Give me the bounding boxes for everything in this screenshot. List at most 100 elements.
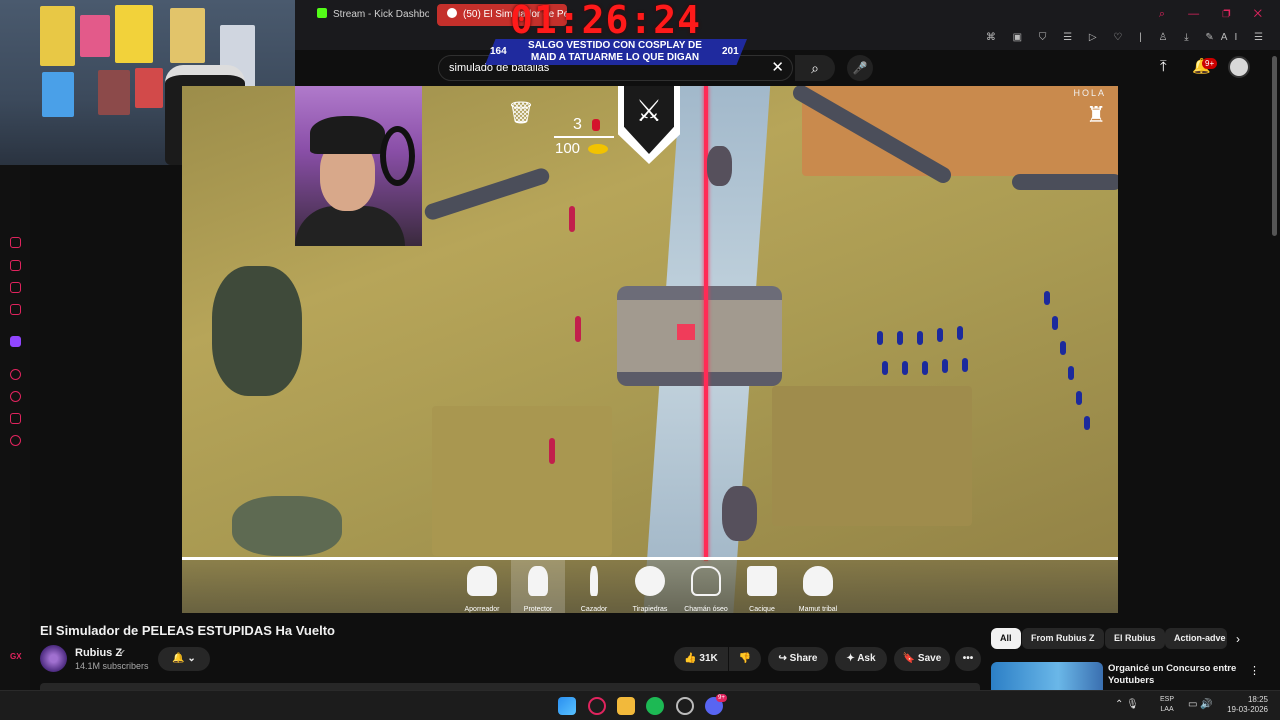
mammoth-icon: [803, 566, 833, 596]
sidebar-icon[interactable]: [10, 237, 21, 248]
unit-selection-bar: Aporreador Protector Cazador Tirapiedras…: [182, 560, 1118, 613]
poster: [170, 8, 205, 63]
tray-status-icons[interactable]: ▭ 🔊: [1188, 699, 1213, 710]
headphones: [380, 126, 415, 186]
unit-count: 3: [573, 116, 582, 133]
youtube-header: ✕ ⌕ 🎤 ⤒ 🔔 9+: [295, 50, 1280, 86]
red-unit: [549, 438, 555, 464]
more-vert-icon[interactable]: ⋮: [1249, 664, 1260, 677]
recommendation-title[interactable]: Organicé un Concurso entre Youtubers: [1108, 663, 1243, 687]
window-controls[interactable]: ⌕ — ❐ ✕: [1159, 8, 1272, 21]
unit-card-cacique[interactable]: Cacique: [735, 560, 789, 613]
sidebar-icon[interactable]: [10, 413, 21, 424]
unit-label: Protector: [523, 606, 553, 613]
browser-toolbar: ⌘ ▣ ⛉ ☰ ▷ ♡ | ♙ ⤓ ✎AI ☰: [295, 30, 1280, 50]
settings-icon[interactable]: [10, 435, 21, 446]
blue-unit: [917, 331, 923, 345]
sidebar-icon[interactable]: [10, 260, 21, 271]
windows-taskbar: 9+ ⌃ 🎙 ESP LAA ▭ 🔊 18:25 19-03-2026: [0, 690, 1280, 720]
tab-kick-dashboard[interactable]: Stream - Kick Dashboard: [307, 4, 429, 26]
unit-card-chaman-oseo[interactable]: Chamán óseo: [679, 560, 733, 613]
toolbar-extension-icons[interactable]: ⌘ ▣ ⛉ ☰ ▷ ♡ | ♙ ⤓ ✎AI ☰: [986, 32, 1270, 43]
subscriber-count: 14.1M subscribers: [75, 661, 149, 671]
verified-icon: ✔: [119, 648, 126, 657]
crossed-axes-icon: [747, 566, 777, 596]
share-button[interactable]: ↪ Share: [768, 647, 828, 671]
notification-badge: 9+: [1202, 58, 1218, 69]
clock-date: 19-03-2026: [1227, 705, 1268, 714]
unit-card-tirapiedras[interactable]: Tirapiedras: [623, 560, 677, 613]
unit-card-mamut-tribal[interactable]: Mamut tribal: [791, 560, 845, 613]
ask-button[interactable]: ✦ Ask: [835, 647, 887, 671]
more-actions-button[interactable]: •••: [955, 647, 981, 671]
like-button[interactable]: 👍 31K: [674, 647, 728, 671]
hud-separator: [554, 136, 614, 138]
unit-card-aporreador[interactable]: Aporreador: [455, 560, 509, 613]
search-button[interactable]: ⌕: [795, 55, 835, 81]
unit-card-protector[interactable]: Protector: [511, 560, 565, 613]
browser-tab-bar: Stream - Kick Dashboard (50) El Simulado…: [295, 0, 1280, 30]
shield-icon: [528, 566, 548, 596]
placement-marker: [677, 324, 695, 340]
bridge: [617, 286, 782, 386]
poster: [42, 72, 74, 117]
save-button[interactable]: 🔖 Save: [894, 647, 950, 671]
club-icon: [467, 566, 497, 596]
blue-unit: [1060, 341, 1066, 355]
unit-label: Tirapiedras: [632, 606, 668, 613]
youtube-icon: [447, 8, 457, 18]
gold-coins-icon: [588, 144, 608, 154]
chip-from-rubius-z[interactable]: From Rubius Z: [1022, 628, 1104, 649]
upload-icon[interactable]: ⤒: [1160, 58, 1167, 75]
spotify-icon[interactable]: [646, 697, 664, 715]
channel-avatar[interactable]: [40, 645, 67, 672]
file-explorer-icon[interactable]: [617, 697, 635, 715]
chip-all[interactable]: All: [991, 628, 1021, 649]
sidebar-icon[interactable]: [10, 282, 21, 293]
rock: [707, 146, 732, 186]
mic-button[interactable]: 🎤: [847, 55, 873, 81]
chip-action-adventure[interactable]: Action-adve: [1165, 628, 1227, 649]
video-title: El Simulador de PELEAS ESTUPIDAS Ha Vuel…: [40, 623, 335, 638]
bush: [232, 496, 342, 556]
close-icon[interactable]: ✕: [771, 58, 784, 76]
unit-label: Chamán óseo: [684, 606, 728, 613]
discord-badge: 9+: [716, 694, 727, 702]
field-plowed: [432, 406, 612, 556]
chevron-right-icon[interactable]: ›: [1236, 632, 1240, 646]
red-unit: [569, 206, 575, 232]
description-box[interactable]: [40, 683, 980, 690]
blue-unit: [942, 359, 948, 373]
channel-name[interactable]: Rubius Z: [75, 647, 122, 659]
page-scrollbar[interactable]: [1272, 56, 1277, 236]
unit-label: Aporreador: [464, 606, 500, 613]
windows-start-icon[interactable]: [558, 697, 576, 715]
clock-time: 18:25: [1247, 695, 1268, 704]
language-indicator[interactable]: ESP LAA: [1160, 695, 1174, 715]
language-code: ESP: [1160, 696, 1175, 703]
field-plowed: [772, 386, 972, 526]
trash-icon[interactable]: 🗑: [507, 100, 535, 126]
blue-unit: [882, 361, 888, 375]
system-clock[interactable]: 18:25 19-03-2026: [1226, 695, 1268, 715]
sidebar-icon[interactable]: [10, 304, 21, 315]
sidebar-icon[interactable]: [10, 369, 21, 380]
notification-bell-button[interactable]: 🔔 ⌄: [158, 647, 210, 671]
opera-gx-icon[interactable]: [588, 697, 606, 715]
dislike-button[interactable]: 👎: [729, 647, 761, 671]
recommendation-thumbnail[interactable]: [991, 662, 1103, 690]
unit-card-cazador[interactable]: Cazador: [567, 560, 621, 613]
goal-text: SALGO VESTIDO CON COSPLAY DE MAID A TATU…: [528, 40, 702, 63]
blue-unit: [962, 358, 968, 372]
streamer-cap: [310, 116, 385, 154]
clock-icon[interactable]: [10, 391, 21, 402]
stream-timer: 01:26:24: [510, 0, 702, 42]
rock: [722, 486, 757, 541]
twitch-icon[interactable]: [10, 336, 21, 347]
obs-icon[interactable]: [676, 697, 694, 715]
avatar[interactable]: [1228, 56, 1250, 78]
castle-icon[interactable]: ♜: [1086, 102, 1106, 128]
tray-icons[interactable]: ⌃ 🎙: [1115, 699, 1139, 710]
poster: [115, 5, 153, 63]
chip-el-rubius[interactable]: El Rubius: [1105, 628, 1165, 649]
